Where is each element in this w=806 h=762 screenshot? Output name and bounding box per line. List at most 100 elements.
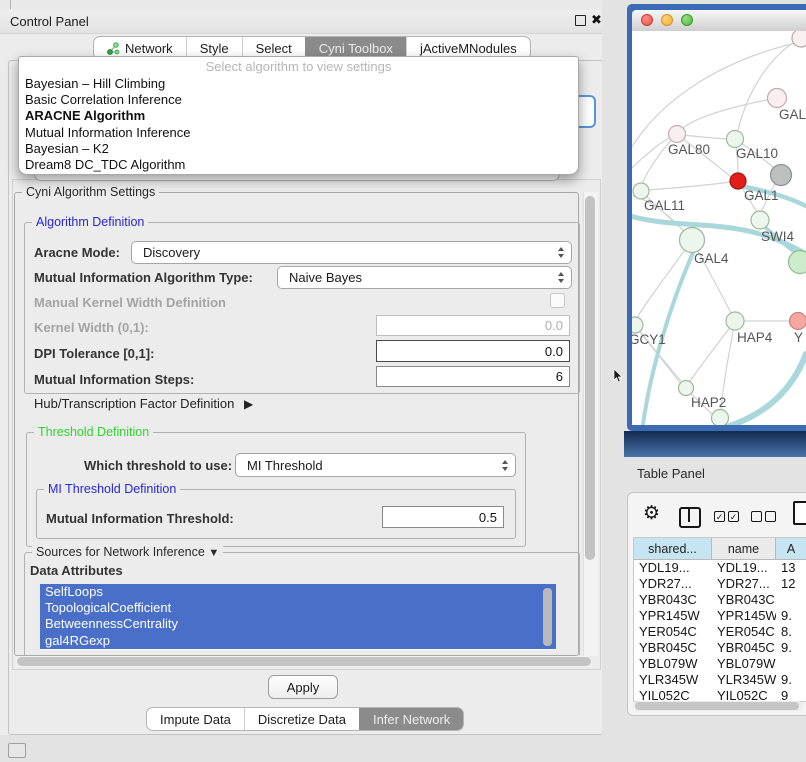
column-header[interactable]: shared... [634, 538, 712, 560]
mi-steps-field[interactable]: 6 [376, 366, 570, 387]
algorithm-option[interactable]: Dream8 DC_TDC Algorithm [19, 157, 578, 173]
network-node-gal[interactable] [768, 89, 787, 108]
table-cell: 9. [776, 640, 806, 656]
hide-columns-icon[interactable] [751, 511, 776, 522]
aracne-mode-combo[interactable]: Discovery [131, 241, 572, 264]
node-label: GAL1 [744, 188, 779, 203]
network-node-hap4[interactable] [726, 312, 744, 330]
attributes-list-scrollbar[interactable] [543, 588, 552, 646]
column-header[interactable]: name [712, 538, 776, 560]
network-canvas[interactable]: GALGAL80GAL10GAL1GAL11SWI4GAL4GCY1HAP4YH… [632, 31, 806, 425]
table-cell: 9. [776, 608, 806, 624]
desktop-shadow [624, 431, 806, 457]
bottom-tab-impute-data[interactable]: Impute Data [147, 708, 244, 730]
algorithm-option[interactable]: Bayesian – K2 [19, 141, 578, 157]
algorithm-option[interactable]: Basic Correlation Inference [19, 92, 578, 108]
network-node-gal11[interactable] [633, 183, 649, 199]
mi-steps-label: Mutual Information Steps: [34, 372, 194, 387]
apply-button[interactable]: Apply [268, 675, 338, 699]
hub-definition-toggle[interactable]: Hub/Transcription Factor Definition ▶ [34, 396, 253, 411]
network-node-gal1[interactable] [730, 173, 746, 189]
table-row[interactable]: YDL19...YDL19...13 [634, 560, 806, 576]
kernel-width-value: 0.0 [545, 318, 563, 333]
document-icon[interactable] [793, 501, 806, 525]
network-node[interactable] [789, 251, 806, 274]
network-edge[interactable] [632, 138, 669, 170]
network-node[interactable] [771, 165, 792, 186]
mi-threshold-field[interactable]: 0.5 [382, 506, 504, 528]
bottom-tab-infer-network[interactable]: Infer Network [359, 708, 463, 730]
network-edge[interactable] [683, 98, 777, 128]
close-panel-icon[interactable]: ✖ [591, 12, 602, 28]
network-node-gcy1[interactable] [632, 317, 643, 333]
table-row[interactable]: YBR043CYBR043C [634, 592, 806, 608]
control-panel-titlebar [0, 10, 612, 34]
node-label: GAL [779, 107, 806, 122]
bottom-tab-discretize-data[interactable]: Discretize Data [244, 708, 359, 730]
table-cell: 9. [776, 672, 806, 688]
mi-type-value: Naive Bayes [289, 270, 362, 285]
app-root: Control Panel ✖ NetworkStyleSelectCyni T… [0, 0, 806, 762]
table-row[interactable]: YLR345WYLR345W9. [634, 672, 806, 688]
bottom-left-widget[interactable] [8, 743, 26, 758]
table-horizontal-scrollbar-thumb[interactable] [635, 702, 799, 710]
manual-kernel-checkbox[interactable] [550, 293, 565, 308]
network-edge[interactable] [690, 321, 735, 381]
network-node-swi4[interactable] [751, 211, 769, 229]
table-row[interactable]: YER054CYER054C8. [634, 624, 806, 640]
split-columns-icon[interactable] [679, 507, 701, 528]
network-node-gal4[interactable] [680, 228, 705, 253]
algorithm-option[interactable]: Mutual Information Inference [19, 125, 578, 141]
network-node-y[interactable] [790, 313, 806, 330]
table-panel-title: Table Panel [637, 466, 705, 481]
node-label: GAL11 [644, 198, 685, 213]
network-node[interactable] [712, 410, 729, 426]
table-cell: 9 [776, 688, 806, 702]
attribute-item[interactable]: TopologicalCoefficient [40, 600, 556, 616]
network-window-titlebar[interactable] [632, 10, 806, 32]
table-cell: YPR145W [634, 608, 712, 624]
algorithm-option[interactable]: Bayesian – Hill Climbing [19, 76, 578, 92]
which-threshold-combo[interactable]: MI Threshold [235, 453, 516, 477]
table-row[interactable]: YBR045CYBR045C9. [634, 640, 806, 656]
tab-label: Cyni Toolbox [319, 41, 393, 56]
unchecked-box-icon [765, 511, 776, 522]
gear-icon[interactable]: ⚙ [643, 504, 660, 523]
table-cell: YPR145W [712, 608, 776, 624]
algorithm-definition-title: Algorithm Definition [32, 215, 148, 229]
data-attributes-label: Data Attributes [30, 563, 123, 578]
show-columns-icon[interactable]: ✓✓ [714, 511, 739, 522]
minimize-traffic-light-icon[interactable] [661, 14, 673, 26]
data-attributes-list[interactable]: SelfLoopsTopologicalCoefficientBetweenne… [40, 584, 556, 650]
attribute-item[interactable]: SelfLoops [40, 584, 556, 600]
collapse-down-icon[interactable]: ▼ [208, 547, 219, 559]
network-node-gal10[interactable] [727, 131, 744, 148]
node-label: SWI4 [761, 229, 794, 244]
spinner-arrows-icon [502, 460, 508, 471]
tab-label: Select [256, 41, 292, 56]
network-node-gal80[interactable] [669, 126, 686, 143]
dpi-tolerance-field[interactable]: 0.0 [376, 340, 570, 362]
table-cell: YBR043C [712, 592, 776, 608]
float-window-icon[interactable] [575, 15, 586, 26]
zoom-traffic-light-icon[interactable] [681, 14, 693, 26]
algorithm-option[interactable]: ARACNE Algorithm [19, 108, 578, 124]
column-header[interactable]: A [776, 538, 806, 560]
attribute-item[interactable]: gal4RGexp [40, 633, 556, 649]
attribute-item[interactable]: BetweennessCentrality [40, 616, 556, 632]
network-node-hap2[interactable] [679, 381, 694, 396]
table-row[interactable]: YPR145WYPR145W9. [634, 608, 806, 624]
expand-right-icon: ▶ [244, 397, 253, 411]
table-row[interactable]: YIL052CYIL052C9 [634, 688, 806, 702]
table-cell: YDR27... [712, 576, 776, 592]
settings-horizontal-scrollbar-thumb[interactable] [17, 657, 591, 666]
table-cell: 12 [776, 576, 806, 592]
mi-type-combo[interactable]: Naive Bayes [277, 266, 572, 289]
network-node[interactable] [792, 31, 806, 47]
kernel-width-field[interactable]: 0.0 [376, 315, 570, 336]
settings-vertical-scrollbar-thumb[interactable] [585, 196, 595, 560]
table-row[interactable]: YDR27...YDR27...12 [634, 576, 806, 592]
close-traffic-light-icon[interactable] [641, 14, 653, 26]
network-edge[interactable] [649, 181, 738, 190]
table-row[interactable]: YBL079WYBL079W [634, 656, 806, 672]
